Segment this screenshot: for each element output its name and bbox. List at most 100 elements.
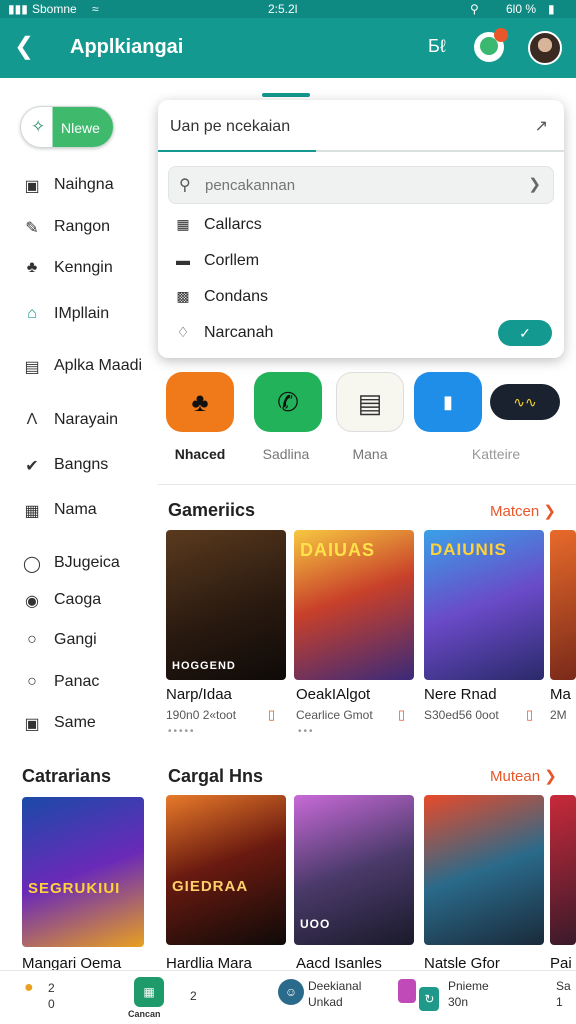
- field-underline: [158, 150, 316, 152]
- circle-icon: ○: [27, 673, 37, 690]
- bookmark-icon[interactable]: ▯: [268, 707, 275, 723]
- search-dropdown: Uan pe ncekaian ↗ ⚲ ❯ ▦ Callarcs ▬ Corll…: [158, 100, 564, 358]
- game-cover-image: [166, 795, 286, 945]
- more-link-label: Mutean: [490, 768, 541, 785]
- wave-icon: ∿∿: [513, 394, 537, 410]
- dropdown-item-label: Condans: [204, 288, 269, 305]
- dropdown-item-callarcs[interactable]: ▦ Callarcs: [174, 213, 554, 241]
- app-bar: ❮ Applkiangai Бℓ: [0, 18, 576, 78]
- bottom-nav-sublabel: Unkad: [308, 995, 343, 1009]
- game-card[interactable]: SEGRUKIUI: [22, 797, 144, 947]
- sidebar-item-aplka-maadi[interactable]: ▤ Aplka Maadi: [22, 357, 142, 377]
- tab-indicator: [262, 93, 310, 97]
- library-icon: [398, 979, 416, 1003]
- sparkle-icon: ✧: [31, 117, 46, 136]
- game-cover-image: [550, 795, 576, 945]
- game-subtitle: Cearlice Gmot: [296, 708, 373, 722]
- shield-icon: ▣: [24, 716, 40, 733]
- page-title: Applkiangai: [70, 36, 184, 58]
- sidebar-item-gangi[interactable]: ○ Gangi: [22, 631, 97, 649]
- grid-icon: ▣: [24, 178, 40, 195]
- sidebar-item-label: Kenngin: [54, 259, 113, 276]
- new-button[interactable]: ✧ Nlewe: [20, 106, 114, 148]
- dropdown-field[interactable]: Uan pe ncekaian ↗: [158, 100, 564, 152]
- sidebar-item-naihgna[interactable]: ▣ Naihgna: [22, 176, 113, 196]
- bottom-nav-sublabel: 0: [48, 997, 55, 1011]
- app-icon-nhaced[interactable]: ♣: [166, 372, 234, 432]
- game-card[interactable]: [550, 530, 576, 680]
- sidebar-item-nama[interactable]: ▦ Nama: [22, 501, 96, 521]
- bottom-nav-item[interactable]: ▦ Cancan 2: [128, 977, 197, 1019]
- bottom-nav-label: Pnieme: [448, 979, 489, 993]
- home-icon: ⌂: [27, 305, 37, 322]
- game-card[interactable]: [424, 795, 544, 945]
- phone-icon: ✆: [277, 387, 299, 417]
- game-cover-image: [22, 797, 144, 947]
- sidebar-item-label: Rangon: [54, 218, 111, 235]
- game-subtitle: 190n0 2«toot: [166, 708, 237, 722]
- app-icon-sadlina[interactable]: ✆: [254, 372, 322, 432]
- bookmark-icon[interactable]: ▯: [526, 707, 533, 723]
- game-card[interactable]: [550, 795, 576, 945]
- app-name: Katteire: [471, 446, 521, 462]
- game-card[interactable]: DAIUAS: [294, 530, 414, 680]
- game-card[interactable]: HOGGEND: [166, 530, 286, 680]
- app-icon-katteire[interactable]: ∿∿: [490, 384, 560, 420]
- app-icon-mana[interactable]: ▤: [336, 372, 404, 432]
- sidebar-item-same[interactable]: ▣ Same: [22, 714, 95, 734]
- bottom-nav-item[interactable]: ● 2 0: [24, 979, 55, 1011]
- avatar[interactable]: [528, 31, 562, 65]
- back-arrow-icon[interactable]: ❮: [14, 32, 34, 61]
- search-input[interactable]: [205, 173, 525, 197]
- chevron-right-icon[interactable]: ❯: [528, 175, 541, 193]
- bookmark-icon[interactable]: ▯: [398, 707, 405, 723]
- confirm-toggle[interactable]: ✓: [498, 320, 552, 346]
- cover-text: DAIUNIS: [430, 540, 507, 559]
- sidebar-item-impllain[interactable]: ⌂ IMpllain: [22, 305, 109, 323]
- list-icon: ▤: [24, 359, 40, 376]
- game-cover-image: [424, 795, 544, 945]
- status-time: 2:5.2l: [268, 2, 298, 16]
- sidebar-item-narayain[interactable]: Λ Narayain: [22, 411, 118, 429]
- check-circle-icon: ✔: [25, 458, 39, 475]
- dropdown-item-narcanah[interactable]: ♢ Narcanah: [174, 321, 554, 349]
- game-card[interactable]: UOO: [294, 795, 414, 945]
- sidebar-item-bangns[interactable]: ✔ Bangns: [22, 456, 108, 476]
- more-link-label: Matcen: [490, 503, 540, 520]
- sidebar-item-kenngin[interactable]: ♣ Kenngin: [22, 259, 113, 277]
- dropdown-item-condans[interactable]: ▩ Condans: [174, 285, 554, 313]
- app-name: Sadlina: [262, 446, 310, 462]
- more-link[interactable]: Matcen ❯: [490, 502, 556, 520]
- translate-icon[interactable]: Бℓ: [428, 36, 446, 57]
- notification-button[interactable]: [474, 28, 508, 62]
- pen-icon: ✎: [25, 220, 39, 237]
- bottom-nav-label: Cancan: [128, 1009, 161, 1019]
- game-card[interactable]: GIEDRAA: [166, 795, 286, 945]
- bottom-nav-item[interactable]: ↻ Pnieme 30n: [398, 979, 489, 1011]
- cover-text: HOGGEND: [172, 660, 236, 672]
- bottom-nav-sublabel: 1: [556, 995, 563, 1009]
- game-subtitle: 2M: [550, 708, 567, 722]
- sidebar-item-label: Caoga: [54, 591, 102, 608]
- location-icon: ⚲: [470, 2, 479, 16]
- app-name: Nhaced: [174, 446, 226, 462]
- sidebar-item-label: BJugeica: [54, 554, 120, 571]
- game-title: Ma: [550, 686, 571, 703]
- sidebar-item-caoga[interactable]: ◉ Caoga: [22, 591, 101, 611]
- bar-icon: ▬: [176, 252, 190, 268]
- sidebar-item-panac[interactable]: ○ Panac: [22, 673, 99, 691]
- more-link[interactable]: Mutean ❯: [490, 767, 557, 785]
- game-card[interactable]: DAIUNIS: [424, 530, 544, 680]
- game-title: OeakIAlgot: [296, 686, 371, 703]
- sidebar-item-bjugeica[interactable]: ◯ BJugeica: [22, 554, 120, 574]
- bottom-nav-item[interactable]: ☺ Deekianal Unkad: [278, 979, 361, 1009]
- sidebar-item-label: Gangi: [54, 631, 97, 648]
- expand-arrow-icon[interactable]: ↗: [535, 116, 548, 136]
- dropdown-item-corllem[interactable]: ▬ Corllem: [174, 249, 554, 277]
- sidebar-item-rangon[interactable]: ✎ Rangon: [22, 218, 110, 238]
- bottom-nav-item[interactable]: Sa 1: [556, 979, 571, 1009]
- cover-text: GIEDRAA: [172, 878, 249, 895]
- app-icon-terminal[interactable]: ▮: [414, 372, 482, 432]
- refresh-icon: ↻: [419, 987, 440, 1011]
- sidebar-item-label: Bangns: [54, 456, 109, 473]
